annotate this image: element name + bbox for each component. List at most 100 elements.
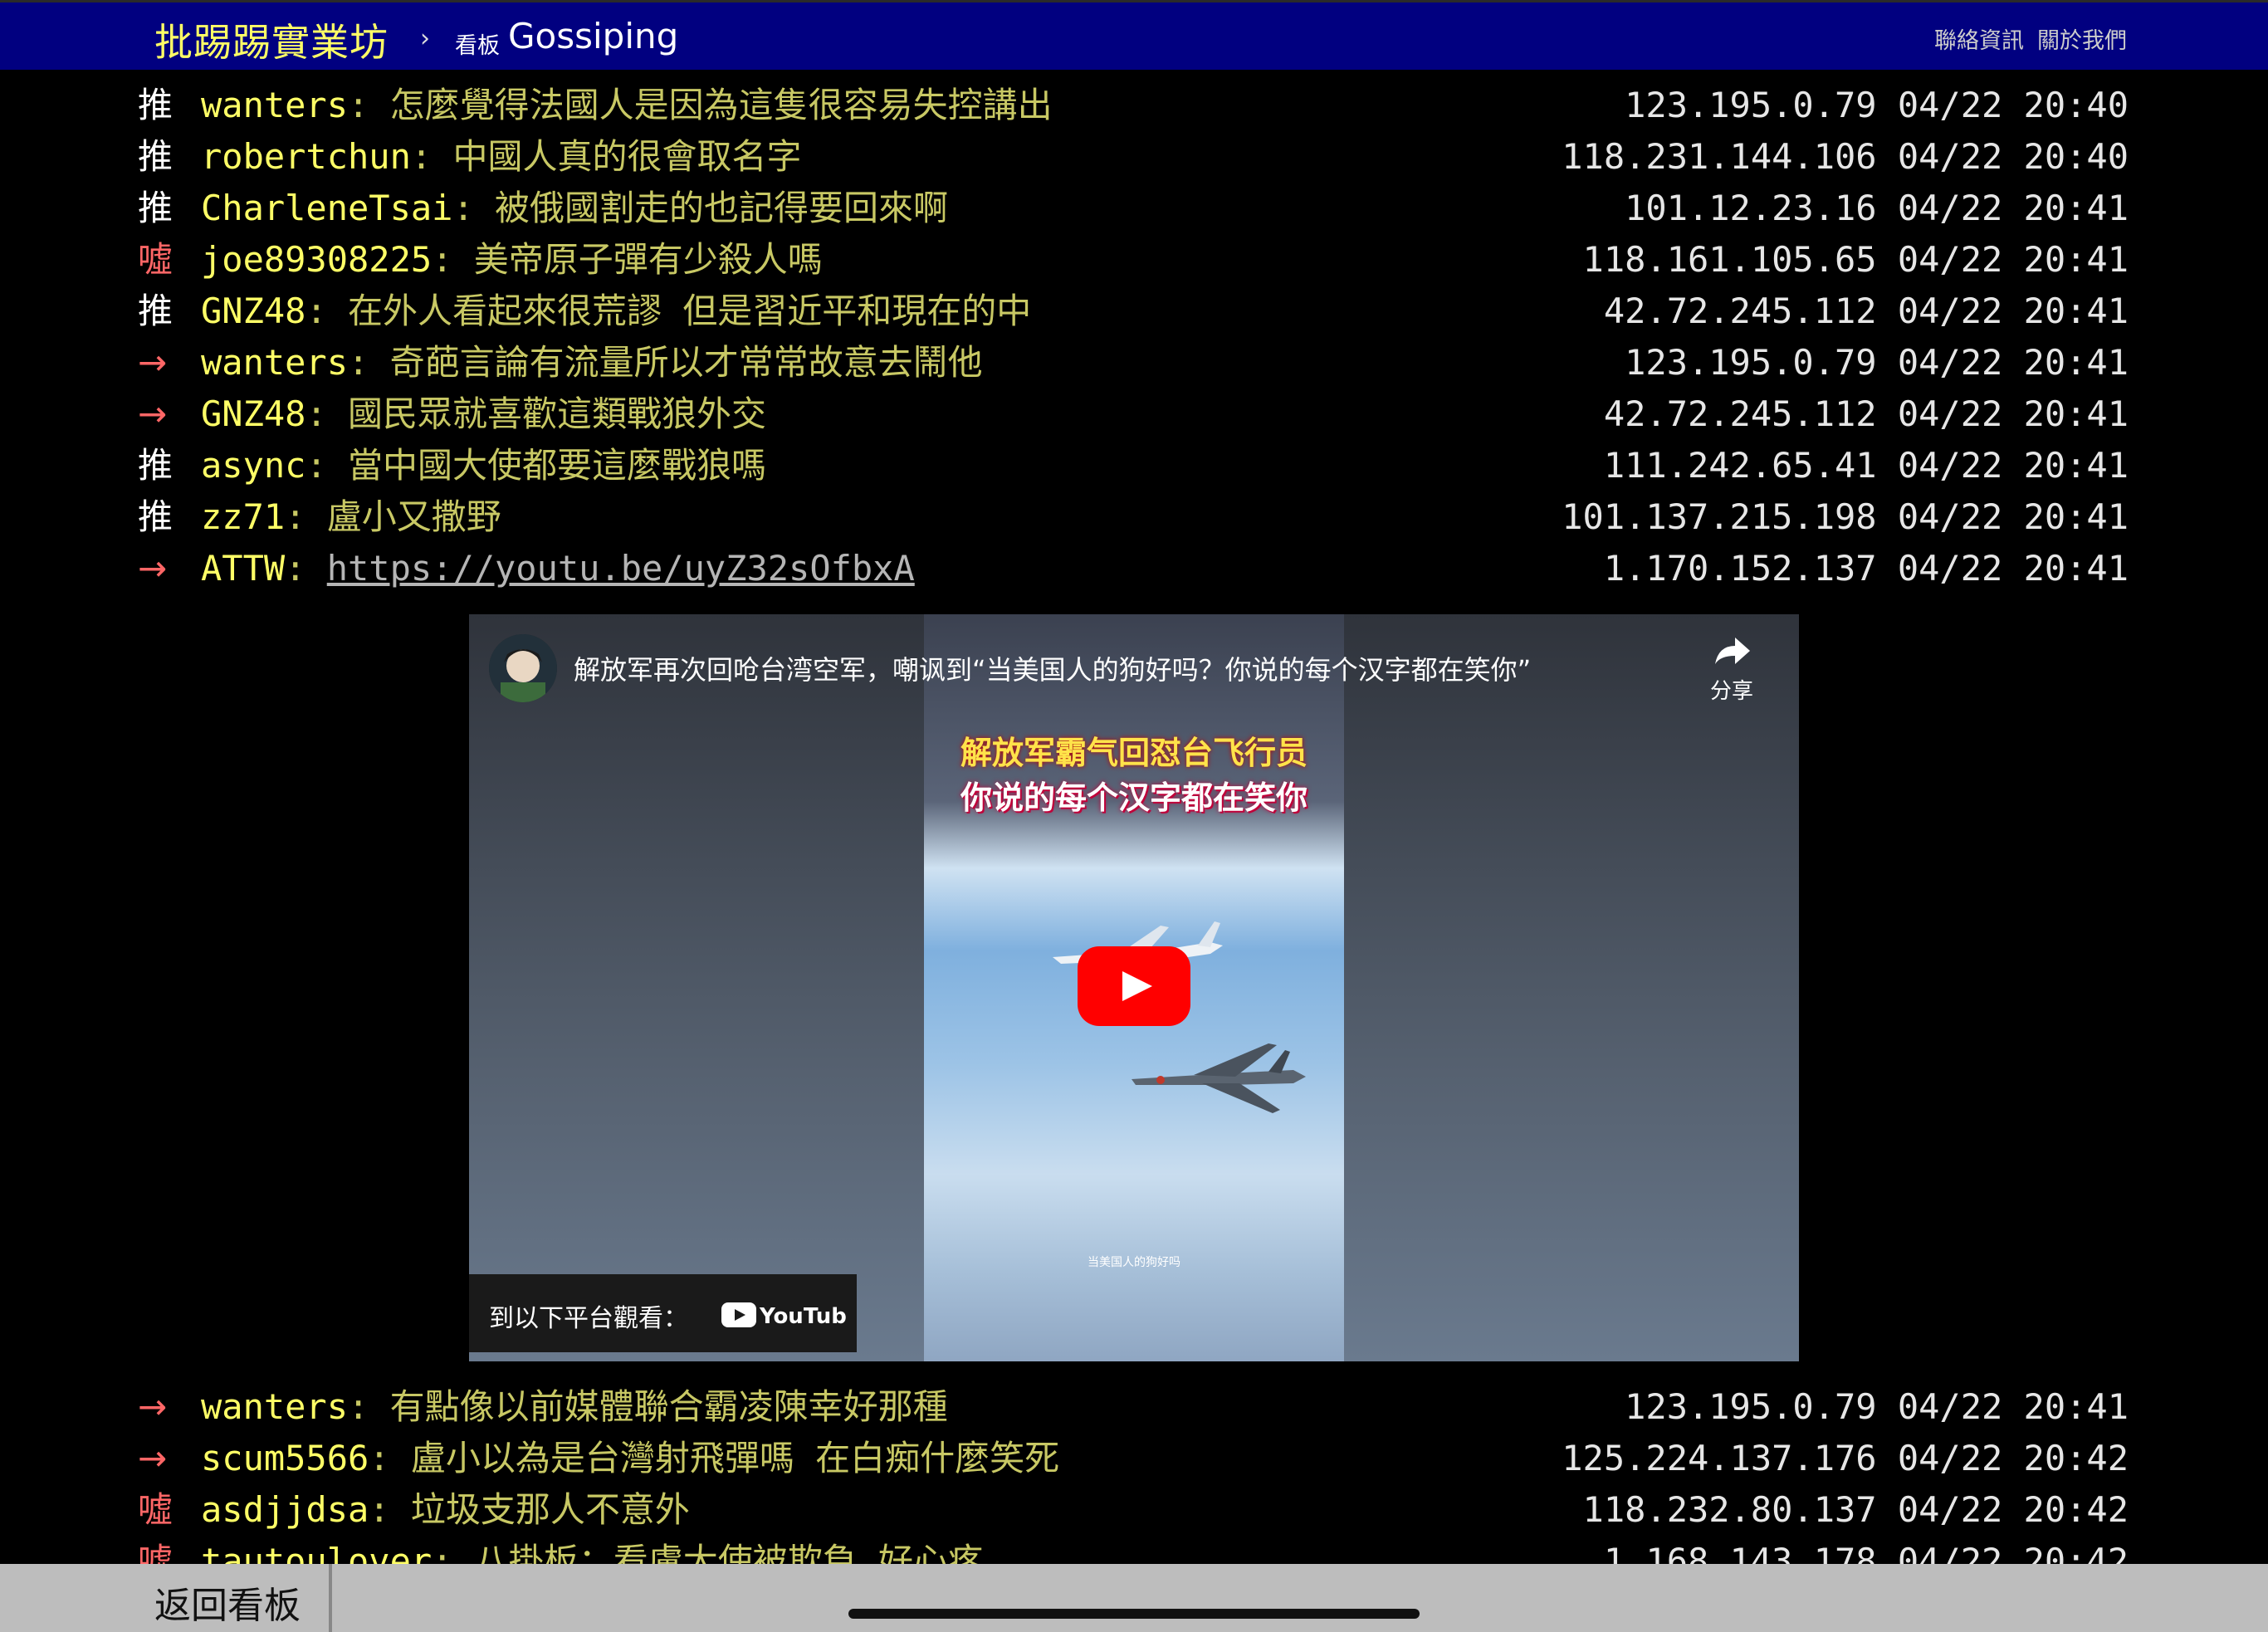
push-ip-datetime: 123.195.0.79 04/22 20:41 [1625, 342, 2129, 383]
share-button[interactable]: 分享 [1694, 634, 1769, 705]
bottom-toolbar: 返回看板 [0, 1564, 2268, 1632]
push-user-line: wanters: 奇葩言論有流量所以才常常故意去鬧他 [201, 342, 983, 383]
push-row: → scum5566: 盧小以為是台灣射飛彈嗎 在白痴什麼笑死 125.224.… [0, 1433, 2268, 1484]
push-user: async [201, 445, 306, 486]
push-row: → ATTW: https://youtu.be/uyZ32sOfbxA 1.1… [0, 543, 2268, 594]
push-tag: → [138, 548, 168, 589]
push-content: 在外人看起來很荒謬 但是習近平和現在的中 [348, 291, 1032, 331]
push-content: 當中國大使都要這麼戰狼嗎 [348, 445, 767, 486]
push-tag: → [138, 1438, 168, 1478]
push-content: 奇葩言論有流量所以才常常故意去鬧他 [389, 342, 983, 383]
push-user: GNZ48 [201, 393, 306, 434]
push-tag: 推 [138, 445, 174, 486]
share-label: 分享 [1709, 679, 1753, 704]
push-user-line: wanters: 有點像以前媒體聯合霸凌陳幸好那種 [201, 1386, 948, 1427]
video-blur-left [469, 614, 924, 1361]
push-content: 美帝原子彈有少殺人嗎 [473, 239, 823, 280]
push-ip-datetime: 123.195.0.79 04/22 20:41 [1625, 1386, 2129, 1427]
youtube-embed[interactable]: 解放军霸气回怼台飞行员 你说的每个汉字都在笑你 当美国人的狗好吗 解放军再次回呛… [469, 614, 1799, 1361]
push-tag: 噓 [138, 1489, 174, 1530]
push-content: 國民眾就喜歡這類戰狼外交 [348, 393, 767, 434]
thumbnail-caption-main: 你说的每个汉字都在笑你 [960, 779, 1308, 816]
push-user-line: ATTW: https://youtu.be/uyZ32sOfbxA [201, 548, 915, 589]
breadcrumb-separator: › [420, 24, 430, 53]
play-icon [1122, 971, 1152, 1001]
push-user: wanters [201, 342, 349, 383]
push-ip-datetime: 42.72.245.112 04/22 20:41 [1603, 393, 2129, 434]
back-to-board-button[interactable]: 返回看板 [0, 1564, 332, 1632]
push-tag: 噓 [138, 239, 174, 280]
push-ip-datetime: 42.72.245.112 04/22 20:41 [1603, 291, 2129, 331]
board-name-link[interactable]: Gossiping [508, 16, 678, 56]
push-content: 盧小又撒野 [326, 496, 501, 537]
push-tag: 推 [138, 136, 174, 177]
push-user: joe89308225 [201, 239, 433, 280]
push-url-link[interactable]: https://youtu.be/uyZ32sOfbxA [327, 548, 915, 589]
top-navbar: 批踢踢實業坊 › 看板 Gossiping 聯絡資訊 關於我們 [0, 0, 2268, 70]
share-arrow-icon [1715, 638, 1750, 664]
push-tag: → [138, 342, 168, 383]
youtube-logo-icon: YouTube [721, 1302, 846, 1329]
push-row: 推 GNZ48: 在外人看起來很荒謬 但是習近平和現在的中 42.72.245.… [0, 286, 2268, 337]
avatar-icon [489, 634, 557, 702]
fighter-jet-icon [1132, 1043, 1306, 1113]
push-user-line: async: 當中國大使都要這麼戰狼嗎 [201, 445, 767, 486]
push-ip-datetime: 101.12.23.16 04/22 20:41 [1625, 188, 2129, 228]
push-user: ATTW [201, 548, 286, 589]
thumbnail-caption-top: 解放军霸气回怼台飞行员 [960, 735, 1308, 771]
push-user-line: robertchun: 中國人真的很會取名字 [201, 136, 802, 177]
push-row: → GNZ48: 國民眾就喜歡這類戰狼外交 42.72.245.112 04/2… [0, 388, 2268, 440]
push-user: wanters [201, 1386, 349, 1427]
youtube-wordmark: YouTube [759, 1304, 846, 1329]
breadcrumb-label: 看板 [455, 33, 500, 59]
watch-on-label: 到以下平台觀看： [489, 1304, 688, 1333]
push-ip-datetime: 1.170.152.137 04/22 20:41 [1603, 548, 2129, 589]
contact-link[interactable]: 聯絡資訊 [1934, 22, 2024, 55]
push-content: 盧小以為是台灣射飛彈嗎 在白痴什麼笑死 [410, 1438, 1060, 1478]
video-title[interactable]: 解放军再次回呛台湾空军，嘲讽到“当美国人的狗好吗？你说的每个汉字都在笑你” [574, 649, 1531, 687]
push-row: 噓 joe89308225: 美帝原子彈有少殺人嗎 118.161.105.65… [0, 234, 2268, 286]
push-content: 有點像以前媒體聯合霸凌陳幸好那種 [389, 1386, 948, 1427]
thumbnail-subtitle: 当美国人的狗好吗 [1088, 1256, 1180, 1269]
about-link[interactable]: 關於我們 [2037, 22, 2127, 55]
push-user: robertchun [201, 136, 411, 177]
push-ip-datetime: 111.242.65.41 04/22 20:41 [1603, 445, 2129, 486]
push-user-line: asdjjdsa: 垃圾支那人不意外 [201, 1489, 690, 1530]
push-tag: 推 [138, 188, 174, 228]
push-tag: 推 [138, 496, 174, 537]
push-user-line: joe89308225: 美帝原子彈有少殺人嗎 [201, 239, 823, 280]
play-button[interactable] [1078, 946, 1190, 1026]
push-row: 推 robertchun: 中國人真的很會取名字 118.231.144.106… [0, 131, 2268, 183]
push-tag: 推 [138, 291, 174, 331]
home-indicator[interactable] [848, 1609, 1420, 1619]
push-row: 推 CharleneTsai: 被俄國割走的也記得要回來啊 101.12.23.… [0, 183, 2268, 234]
push-ip-datetime: 118.232.80.137 04/22 20:42 [1582, 1489, 2129, 1530]
video-blur-right [1344, 614, 1799, 1361]
push-user: scum5566 [201, 1438, 369, 1478]
site-title-link[interactable]: 批踢踢實業坊 [154, 12, 389, 67]
watch-on-youtube-button[interactable]: 到以下平台觀看： YouTube [469, 1274, 857, 1352]
push-user-line: GNZ48: 國民眾就喜歡這類戰狼外交 [201, 393, 767, 434]
back-to-board-label: 返回看板 [154, 1585, 301, 1627]
channel-avatar[interactable] [489, 634, 557, 702]
push-row: → wanters: 有點像以前媒體聯合霸凌陳幸好那種 123.195.0.79… [0, 1381, 2268, 1433]
push-user-line: scum5566: 盧小以為是台灣射飛彈嗎 在白痴什麼笑死 [201, 1438, 1060, 1478]
push-user-line: CharleneTsai: 被俄國割走的也記得要回來啊 [201, 188, 949, 228]
push-tag: 推 [138, 85, 174, 125]
push-ip-datetime: 118.161.105.65 04/22 20:41 [1582, 239, 2129, 280]
push-ip-datetime: 118.231.144.106 04/22 20:40 [1562, 136, 2129, 177]
push-content: 垃圾支那人不意外 [410, 1489, 690, 1530]
push-content: 怎麼覺得法國人是因為這隻很容易失控講出 [389, 85, 1053, 125]
push-ip-datetime: 125.224.137.176 04/22 20:42 [1562, 1438, 2129, 1478]
push-user: GNZ48 [201, 291, 306, 331]
push-user: asdjjdsa [201, 1489, 369, 1530]
push-content: 被俄國割走的也記得要回來啊 [495, 188, 949, 228]
push-user: wanters [201, 85, 349, 125]
push-tag: → [138, 1386, 168, 1427]
push-user: CharleneTsai [201, 188, 453, 228]
push-ip-datetime: 123.195.0.79 04/22 20:40 [1625, 85, 2129, 125]
push-row: 推 wanters: 怎麼覺得法國人是因為這隻很容易失控講出 123.195.0… [0, 80, 2268, 131]
push-user-line: GNZ48: 在外人看起來很荒謬 但是習近平和現在的中 [201, 291, 1032, 331]
push-row: 噓 asdjjdsa: 垃圾支那人不意外 118.232.80.137 04/2… [0, 1484, 2268, 1536]
push-row: → wanters: 奇葩言論有流量所以才常常故意去鬧他 123.195.0.7… [0, 337, 2268, 388]
